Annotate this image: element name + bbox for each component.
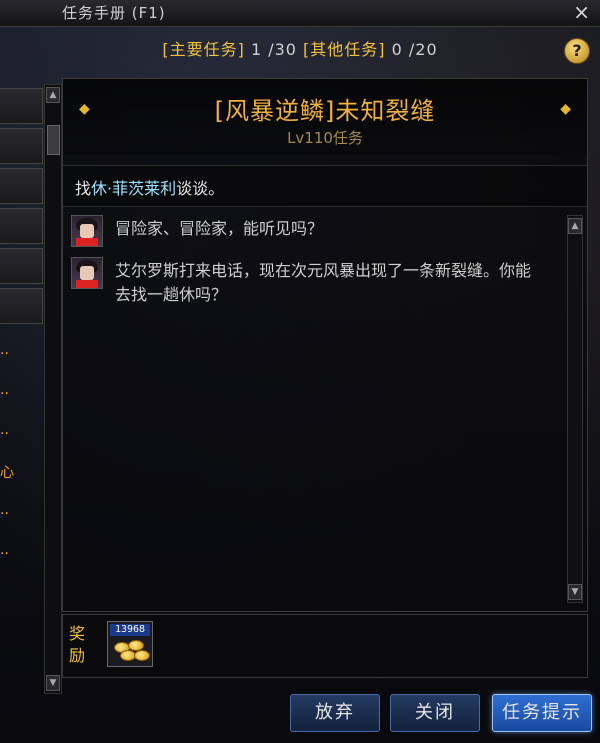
objective-prefix: 找: [75, 179, 92, 198]
quest-list-item-label[interactable]: ..: [0, 342, 42, 358]
quest-list-item[interactable]: [0, 208, 43, 244]
reward-label: 奖励: [69, 624, 86, 665]
quest-list-item[interactable]: [0, 288, 43, 324]
quest-hint-button[interactable]: 任务提示: [492, 694, 592, 732]
objective-suffix: 谈谈。: [176, 179, 225, 198]
quest-list-item[interactable]: [0, 248, 43, 284]
dialog-text: 冒险家、冒险家，能听见吗？: [115, 219, 324, 238]
quest-dialog: 冒险家、冒险家，能听见吗？ 艾尔罗斯打来电话，现在次元风暴出现了一条新裂缝。你能…: [69, 215, 561, 601]
other-quest-count: 0 /20: [391, 40, 438, 59]
quest-list-item[interactable]: [0, 168, 43, 204]
quest-list: .. .. .. 心 .. ..: [0, 84, 44, 694]
close-icon[interactable]: ×: [573, 0, 590, 24]
quest-counts: [主要任务] 1 /30 [其他任务] 0 /20: [0, 36, 600, 66]
scroll-down-icon[interactable]: ▼: [568, 584, 582, 600]
quest-list-item[interactable]: [0, 88, 43, 124]
scroll-down-icon[interactable]: ▼: [46, 675, 60, 691]
quest-objective: 找休·菲茨莱利谈谈。: [63, 165, 587, 207]
reward-quantity: 13968: [110, 624, 150, 636]
help-icon[interactable]: ?: [564, 38, 590, 64]
quest-header: ◆ ◆ [风暴逆鳞]未知裂缝 Lv110任务: [63, 79, 587, 155]
window-titlebar: 任务手册 (F1) ×: [0, 0, 600, 27]
scroll-up-icon[interactable]: ▲: [568, 218, 582, 234]
quest-level: Lv110任务: [287, 129, 363, 147]
quest-list-item-label[interactable]: ..: [0, 382, 42, 398]
gold-coins-icon[interactable]: 13968: [107, 621, 153, 667]
quest-title: [风暴逆鳞]未知裂缝: [214, 97, 436, 125]
quest-list-item-label[interactable]: 心: [0, 462, 42, 482]
main-quest-label: [主要任务]: [162, 40, 245, 59]
quest-detail-panel: ◆ ◆ [风暴逆鳞]未知裂缝 Lv110任务 找休·菲茨莱利谈谈。 冒险家、冒险…: [62, 78, 588, 612]
scrollbar-thumb[interactable]: [47, 125, 60, 155]
npc-portrait-icon: [71, 215, 103, 247]
close-button[interactable]: 关闭: [390, 694, 480, 732]
dialog-scrollbar[interactable]: ▲ ▼: [567, 215, 583, 603]
scroll-up-icon[interactable]: ▲: [46, 87, 60, 103]
quest-list-scrollbar[interactable]: ▲ ▼: [44, 84, 62, 694]
objective-npc-name[interactable]: 休·菲茨莱利: [91, 179, 176, 198]
objective-text: 找休·菲茨莱利谈谈。: [75, 175, 224, 199]
quest-list-item-label[interactable]: ..: [0, 422, 42, 438]
other-quest-label: [其他任务]: [303, 40, 386, 59]
window-title: 任务手册 (F1): [62, 4, 166, 22]
quest-reward: 奖励 13968: [62, 614, 588, 678]
npc-portrait-icon: [71, 257, 103, 289]
dialog-text: 艾尔罗斯打来电话，现在次元风暴出现了一条新裂缝。你能去找一趟休吗？: [115, 261, 532, 304]
quest-list-item[interactable]: [0, 128, 43, 164]
quest-list-item-label[interactable]: ..: [0, 542, 42, 558]
abandon-button[interactable]: 放弃: [290, 694, 380, 732]
main-quest-count: 1 /30: [250, 40, 297, 59]
quest-list-item-label[interactable]: ..: [0, 502, 42, 518]
